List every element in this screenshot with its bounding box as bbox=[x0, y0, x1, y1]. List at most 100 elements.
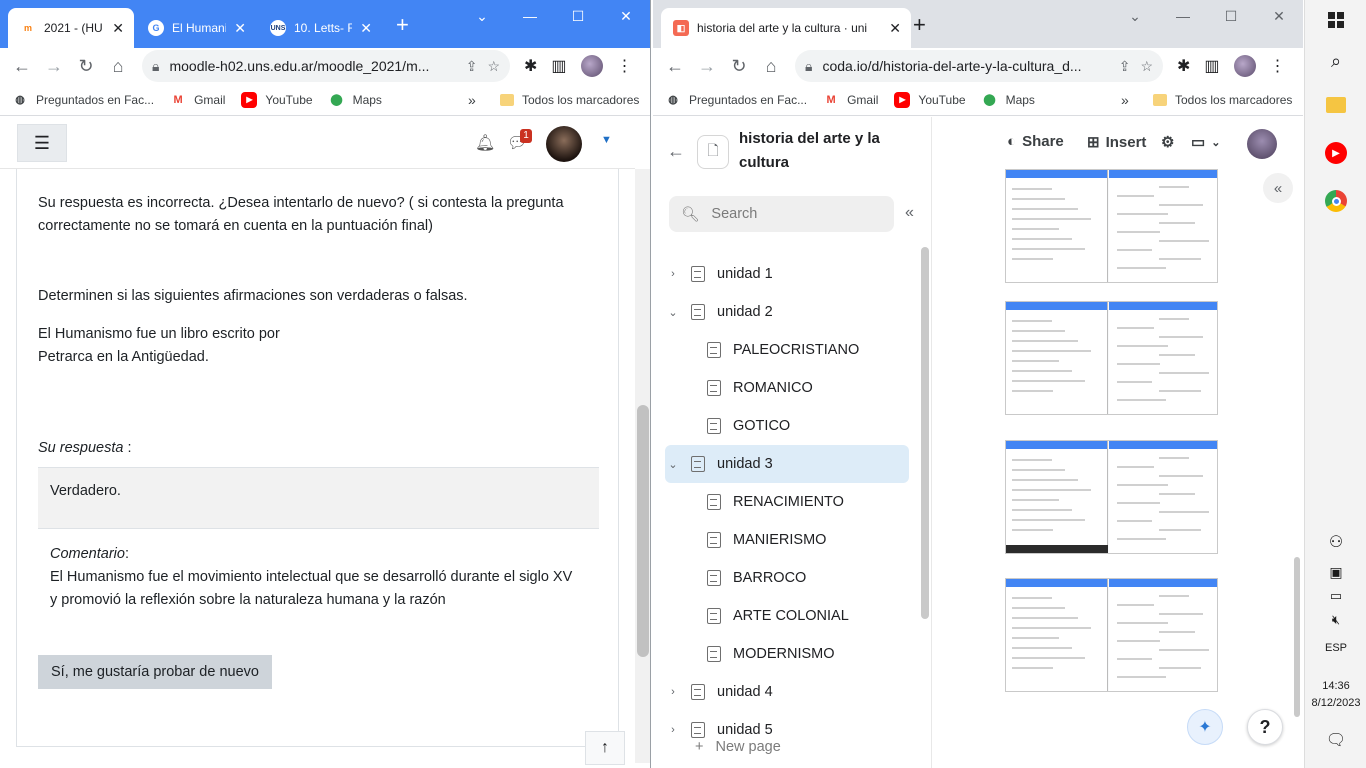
tree-item[interactable]: MANIERISMO bbox=[707, 521, 909, 559]
more-bookmarks-button[interactable]: » bbox=[1121, 92, 1129, 108]
reload-button[interactable]: ↻ bbox=[723, 56, 755, 77]
embedded-screenshot[interactable] bbox=[1005, 440, 1218, 554]
tree-item[interactable]: ARTE COLONIAL bbox=[707, 597, 909, 635]
share-icon[interactable]: ⇪ bbox=[466, 58, 478, 75]
omnibox[interactable]: 🔒︎ moodle-h02.uns.edu.ar/moodle_2021/m..… bbox=[142, 50, 510, 82]
bookmark-preguntados[interactable]: ◍ Preguntados en Fac... bbox=[12, 92, 154, 108]
search-icon[interactable]: ⌕ bbox=[1321, 46, 1351, 76]
chevron-down-icon[interactable]: ⌄ bbox=[667, 458, 679, 471]
extensions-icon[interactable]: ✱ bbox=[1177, 56, 1190, 76]
bookmark-maps[interactable]: ⬤ Maps bbox=[329, 92, 382, 108]
tree-item[interactable]: PALEOCRISTIANO bbox=[707, 331, 909, 369]
clock-date[interactable]: 8/12/2023 bbox=[1305, 697, 1366, 709]
bookmark-youtube[interactable]: ▶ YouTube bbox=[894, 91, 966, 108]
insert-button[interactable]: ⊞ Insert bbox=[1087, 133, 1146, 152]
side-panel-icon[interactable]: ▥ bbox=[551, 56, 566, 76]
clock-time[interactable]: 14:36 bbox=[1305, 680, 1366, 692]
omnibox[interactable]: 🔒︎ coda.io/d/historia-del-arte-y-la-cult… bbox=[795, 50, 1163, 82]
retry-button[interactable]: Sí, me gustaría probar de nuevo bbox=[38, 655, 272, 689]
tab-letts[interactable]: UNS 10. Letts- R ✕ bbox=[258, 8, 382, 48]
close-tab-icon[interactable]: ✕ bbox=[889, 20, 901, 37]
tree-item[interactable]: GOTICO bbox=[707, 407, 909, 445]
tab-moodle[interactable]: m 2021 - (HU ✕ bbox=[8, 8, 134, 48]
maximize-button[interactable]: ☐ bbox=[554, 4, 602, 28]
canvas-scrollbar[interactable] bbox=[1294, 557, 1300, 717]
close-tab-icon[interactable]: ✕ bbox=[234, 20, 246, 37]
chevron-right-icon[interactable]: › bbox=[667, 686, 679, 698]
tab-search-icon[interactable]: ⌄ bbox=[458, 4, 506, 28]
scrollbar-thumb[interactable] bbox=[637, 405, 649, 657]
chrome-icon[interactable] bbox=[1321, 186, 1351, 216]
ai-sparkle-button[interactable]: ✦ bbox=[1187, 709, 1223, 745]
tab-el-humanismo[interactable]: G El Humani ✕ bbox=[136, 8, 256, 48]
new-tab-button[interactable]: + bbox=[913, 12, 926, 38]
tree-item[interactable]: BARROCO bbox=[707, 559, 909, 597]
close-window-button[interactable]: ✕ bbox=[602, 4, 650, 28]
extensions-icon[interactable]: ✱ bbox=[524, 56, 537, 76]
back-arrow-icon[interactable]: ← bbox=[667, 141, 685, 162]
page-scrollbar[interactable] bbox=[635, 169, 650, 763]
all-bookmarks-button[interactable]: Todos los marcadores bbox=[500, 93, 639, 107]
embedded-screenshot[interactable] bbox=[1005, 578, 1218, 692]
share-icon[interactable]: ⇪ bbox=[1119, 58, 1131, 75]
mute-speaker-icon[interactable]: 🔇︎ bbox=[1305, 612, 1366, 628]
menu-icon[interactable]: ⋮ bbox=[617, 56, 633, 76]
bookmark-preguntados[interactable]: ◍ Preguntados en Fac... bbox=[665, 92, 807, 108]
tab-search-icon[interactable]: ⌄ bbox=[1111, 4, 1159, 28]
back-to-top-button[interactable]: ↑ bbox=[585, 731, 625, 765]
star-icon[interactable]: ☆ bbox=[487, 58, 500, 75]
search-input[interactable]: 🔍︎ Search bbox=[669, 196, 894, 232]
youtube-music-icon[interactable]: ▶ bbox=[1321, 138, 1351, 168]
tree-item[interactable]: ⌄ unidad 2 bbox=[665, 293, 909, 331]
settings-button[interactable]: ⚙ bbox=[1161, 133, 1174, 151]
profile-avatar[interactable] bbox=[1233, 55, 1256, 77]
people-icon[interactable]: ⚇ bbox=[1305, 532, 1366, 552]
user-avatar[interactable] bbox=[1247, 129, 1277, 159]
new-tab-button[interactable]: + bbox=[396, 12, 409, 38]
forward-button[interactable]: → bbox=[38, 56, 70, 77]
tree-item[interactable]: ⌄ unidad 3 bbox=[665, 445, 909, 483]
minimize-button[interactable]: — bbox=[1159, 4, 1207, 28]
home-button[interactable]: ⌂ bbox=[102, 56, 134, 77]
tree-item[interactable]: MODERNISMO bbox=[707, 635, 909, 673]
new-page-button[interactable]: + New page bbox=[695, 739, 781, 755]
profile-avatar[interactable] bbox=[580, 55, 603, 77]
tab-coda[interactable]: ◧ historia del arte y la cultura · uni ✕ bbox=[661, 8, 911, 48]
tree-item[interactable]: RENACIMIENTO bbox=[707, 483, 909, 521]
share-button[interactable]: ◐ Share bbox=[1007, 133, 1064, 150]
file-explorer-icon[interactable] bbox=[1321, 90, 1351, 120]
bookmark-youtube[interactable]: ▶ YouTube bbox=[241, 91, 313, 108]
bell-icon[interactable]: 🔔︎ bbox=[475, 133, 495, 153]
embedded-screenshot[interactable] bbox=[1005, 301, 1218, 415]
close-window-button[interactable]: ✕ bbox=[1255, 4, 1303, 28]
forward-button[interactable]: → bbox=[691, 56, 723, 77]
tree-item[interactable]: › unidad 1 bbox=[665, 255, 909, 293]
user-avatar[interactable] bbox=[546, 126, 582, 162]
minimize-button[interactable]: — bbox=[506, 4, 554, 28]
app-tray-icon[interactable]: ▣ bbox=[1305, 564, 1366, 581]
collapse-sidebar-icon[interactable]: « bbox=[905, 204, 914, 222]
chevron-down-icon[interactable]: ⌄ bbox=[667, 306, 679, 319]
bookmark-gmail[interactable]: M Gmail bbox=[170, 92, 225, 108]
menu-icon[interactable]: ⋮ bbox=[1270, 56, 1286, 76]
notifications-icon[interactable]: 🗨︎ bbox=[1305, 730, 1366, 750]
help-button[interactable]: ? bbox=[1247, 709, 1283, 745]
side-panel-icon[interactable]: ▥ bbox=[1204, 56, 1219, 76]
star-icon[interactable]: ☆ bbox=[1140, 58, 1153, 75]
embedded-screenshot[interactable] bbox=[1005, 169, 1218, 283]
bookmark-maps[interactable]: ⬤ Maps bbox=[982, 92, 1035, 108]
home-button[interactable]: ⌂ bbox=[755, 56, 787, 77]
back-button[interactable]: ← bbox=[659, 56, 691, 77]
all-bookmarks-button[interactable]: Todos los marcadores bbox=[1153, 93, 1292, 107]
battery-icon[interactable]: ▭ bbox=[1305, 588, 1366, 604]
tree-item[interactable]: › unidad 4 bbox=[665, 673, 909, 711]
reload-button[interactable]: ↻ bbox=[70, 56, 102, 77]
expand-panel-icon[interactable]: « bbox=[1263, 173, 1293, 203]
doc-title[interactable]: historia del arte y la cultura bbox=[739, 127, 909, 175]
windows-start-icon[interactable] bbox=[1321, 5, 1351, 35]
maximize-button[interactable]: ☐ bbox=[1207, 4, 1255, 28]
back-button[interactable]: ← bbox=[6, 56, 38, 77]
hamburger-menu-button[interactable]: ☰ bbox=[17, 124, 67, 162]
chevron-down-icon[interactable]: ▼ bbox=[601, 134, 612, 146]
more-bookmarks-button[interactable]: » bbox=[468, 92, 476, 108]
